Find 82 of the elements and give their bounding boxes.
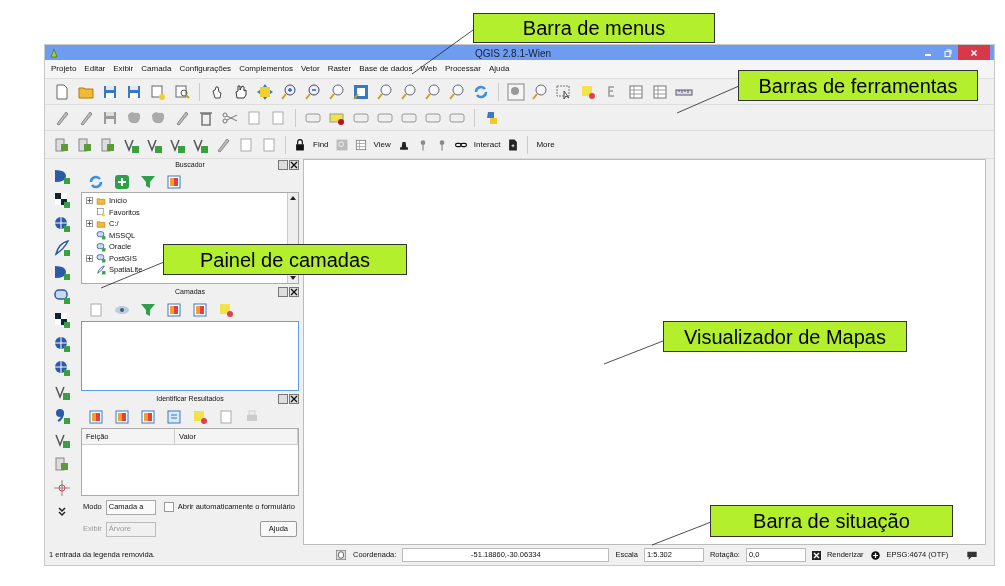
callout-tooltip: Barra de situação	[710, 505, 953, 537]
toolbar-button[interactable]: More	[535, 138, 556, 151]
app-logo-icon	[49, 47, 59, 58]
expand-toggle[interactable]	[86, 220, 93, 228]
window-title: QGIS 2.8.1-Wien	[475, 47, 552, 61]
crosshair-icon[interactable]	[53, 479, 71, 497]
menu-item[interactable]: Configurações	[175, 60, 236, 78]
rounded-box-plus-icon	[96, 241, 106, 252]
expand-toggle[interactable]	[86, 254, 93, 262]
menu-item[interactable]: Raster	[323, 60, 356, 78]
callout-tooltip: Visualizador de Mapas	[663, 321, 907, 352]
filter-icon[interactable]	[139, 301, 157, 319]
table-icon[interactable]	[651, 82, 669, 101]
close-icon	[970, 48, 978, 57]
zoom-in-icon[interactable]	[280, 82, 298, 101]
callout-tooltip: Barra de menus	[473, 13, 715, 43]
table-icon[interactable]	[627, 82, 645, 101]
feather-plus-icon[interactable]	[53, 239, 71, 257]
leader-line	[100, 261, 165, 289]
comma-plus-icon[interactable]	[53, 407, 71, 425]
rounded-box-plus-icon	[96, 253, 106, 264]
checkbox[interactable]	[163, 502, 174, 512]
menu-item[interactable]: Editar	[80, 60, 110, 78]
page-magnifier-icon[interactable]	[173, 82, 191, 101]
zoom-out-icon[interactable]	[304, 82, 322, 101]
folder-icon	[96, 218, 106, 229]
color-grid-icon[interactable]	[191, 301, 209, 319]
color-grid-icon[interactable]	[165, 173, 183, 191]
menu-item[interactable]: Projeto	[47, 60, 81, 78]
leader-line	[651, 521, 712, 546]
leader-line	[603, 340, 664, 365]
square-icon[interactable]	[191, 408, 209, 426]
layer-stack-icon[interactable]	[76, 135, 94, 154]
new-file-icon[interactable]	[53, 82, 71, 101]
shell-plus-icon[interactable]	[53, 263, 71, 281]
callout-tooltip: Barras de ferramentas	[738, 70, 978, 101]
restore-icon	[944, 48, 952, 57]
speech-bubble-icon[interactable]	[966, 549, 978, 561]
close-button[interactable]	[289, 287, 299, 297]
color-grid-icon[interactable]	[165, 301, 183, 319]
color-grid-icon[interactable]	[87, 408, 105, 426]
layer-stack-icon[interactable]	[99, 135, 117, 154]
menu-item[interactable]: Camada	[137, 60, 176, 78]
expand-toggle[interactable]	[86, 197, 93, 205]
menu-item[interactable]: Processar	[440, 60, 485, 78]
checkbox[interactable]	[811, 550, 821, 560]
checker-plus-icon[interactable]	[53, 191, 71, 209]
rounded-box-plus-icon[interactable]	[53, 287, 71, 305]
selection-rectangle-icon[interactable]	[555, 82, 573, 101]
toolbar-button[interactable]: Find	[312, 138, 330, 151]
globe-plus-icon[interactable]	[53, 359, 71, 377]
shell-plus-icon[interactable]	[53, 167, 71, 185]
list-icon[interactable]	[165, 408, 183, 426]
color-grid-icon[interactable]	[139, 408, 157, 426]
menu-item[interactable]: Exibir	[109, 60, 138, 78]
toolbar-button[interactable]: Interact	[472, 138, 502, 151]
checker-plus-icon[interactable]	[53, 311, 71, 329]
menu-item[interactable]: Base de dados	[355, 60, 417, 78]
close-button[interactable]	[289, 160, 299, 170]
layer-stack-icon[interactable]	[53, 135, 71, 154]
layer-stack-icon[interactable]	[53, 455, 71, 473]
callout-tooltip: Painel de camadas	[163, 244, 407, 275]
globe-plus-icon[interactable]	[53, 335, 71, 353]
leader-line	[676, 85, 740, 114]
menu-item[interactable]: Ajuda	[484, 60, 514, 78]
square-icon[interactable]	[217, 301, 235, 319]
folder-icon	[96, 195, 106, 206]
toolbar-button[interactable]: View	[372, 138, 392, 151]
menu-item[interactable]: Complementos	[235, 60, 297, 78]
menu-item[interactable]: Vetor	[296, 60, 324, 78]
hand-icon[interactable]	[232, 82, 250, 101]
color-grid-icon[interactable]	[113, 408, 131, 426]
move-arrows-icon[interactable]	[256, 82, 274, 101]
add-icon[interactable]	[113, 173, 131, 191]
globe-plus-icon[interactable]	[53, 215, 71, 233]
rounded-box-plus-icon	[96, 230, 106, 241]
table-icon[interactable]	[353, 137, 368, 152]
feather-plus-icon	[96, 264, 106, 275]
refresh-icon[interactable]	[87, 173, 105, 191]
menu-item[interactable]: Web	[416, 60, 441, 78]
close-button[interactable]	[289, 394, 299, 404]
lock-icon[interactable]	[293, 137, 307, 152]
